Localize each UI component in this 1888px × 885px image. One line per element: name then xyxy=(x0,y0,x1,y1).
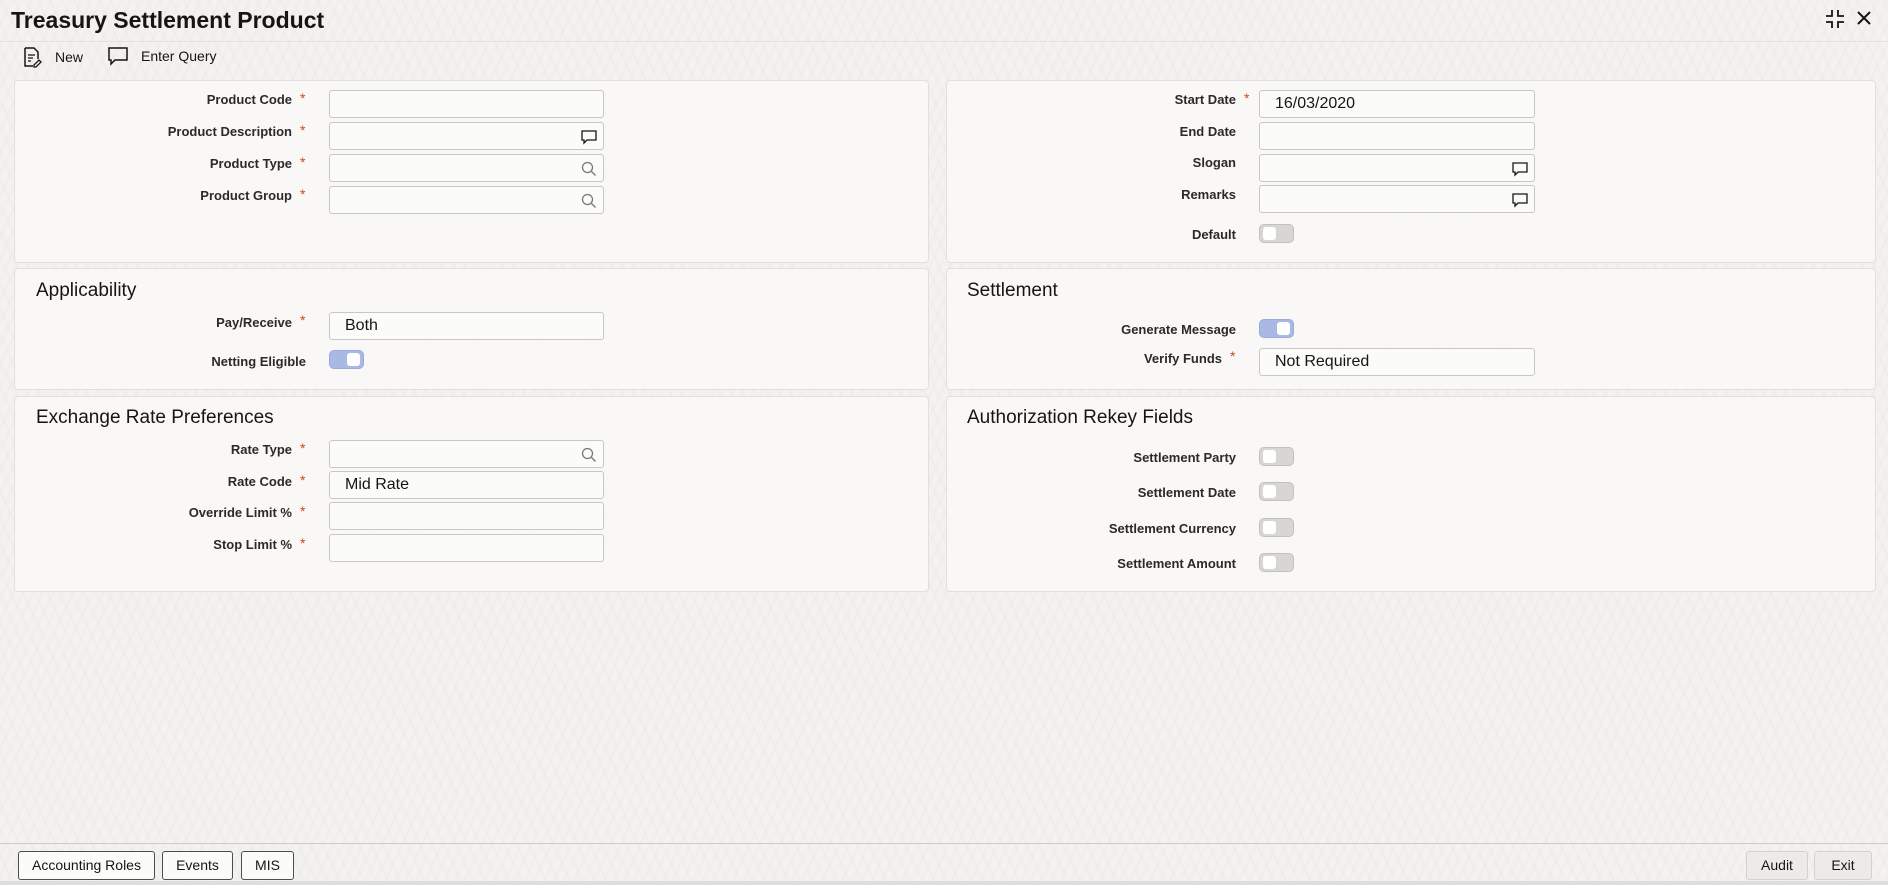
required-marker: * xyxy=(300,472,306,488)
product-type-input[interactable] xyxy=(329,154,604,182)
required-marker: * xyxy=(300,122,306,138)
new-label: New xyxy=(55,49,84,65)
remarks-label: Remarks xyxy=(1181,187,1236,202)
required-marker: * xyxy=(300,440,306,456)
slogan-label: Slogan xyxy=(1192,155,1236,170)
default-toggle[interactable] xyxy=(1259,224,1294,243)
title-bar: Treasury Settlement Product xyxy=(0,0,1888,42)
settlement-date-toggle[interactable] xyxy=(1259,482,1294,501)
product-group-label: Product Group xyxy=(200,188,292,203)
required-marker: * xyxy=(1244,90,1250,106)
required-marker: * xyxy=(300,154,306,170)
verify-funds-select[interactable]: Not Required xyxy=(1259,348,1535,376)
search-icon[interactable] xyxy=(581,193,597,209)
generate-message-toggle[interactable] xyxy=(1259,319,1294,338)
stop-limit-label: Stop Limit % xyxy=(213,537,292,552)
default-label: Default xyxy=(1191,227,1236,242)
window-title: Treasury Settlement Product xyxy=(11,7,325,33)
footer-bar: Accounting Roles Events MIS Audit Exit xyxy=(0,843,1888,885)
enter-query-button[interactable]: Enter Query xyxy=(107,46,216,66)
compress-icon[interactable] xyxy=(1824,8,1846,36)
override-limit-label: Override Limit % xyxy=(188,505,292,520)
search-icon[interactable] xyxy=(581,161,597,177)
settlement-party-label: Settlement Party xyxy=(1133,450,1236,465)
required-marker: * xyxy=(1230,348,1236,364)
settlement-party-toggle[interactable] xyxy=(1259,447,1294,466)
rate-code-select[interactable]: Mid Rate xyxy=(329,471,604,499)
remarks-input[interactable] xyxy=(1259,185,1535,213)
product-code-label: Product Code xyxy=(206,92,292,107)
product-description-input[interactable] xyxy=(329,122,604,150)
new-document-icon xyxy=(24,47,42,68)
enter-query-label: Enter Query xyxy=(141,48,217,64)
pay-receive-label: Pay/Receive xyxy=(216,315,292,330)
settlement-date-label: Settlement Date xyxy=(1137,485,1236,500)
comment-icon[interactable] xyxy=(1512,161,1528,177)
rate-type-label: Rate Type xyxy=(230,442,292,457)
required-marker: * xyxy=(300,535,306,551)
exchange-rate-title: Exchange Rate Preferences xyxy=(36,407,274,428)
end-date-label: End Date xyxy=(1179,124,1236,139)
comment-icon xyxy=(108,47,128,66)
mis-button[interactable]: MIS xyxy=(241,851,294,880)
product-description-label: Product Description xyxy=(167,124,292,139)
settlement-title: Settlement xyxy=(967,280,1058,301)
new-button[interactable]: New xyxy=(21,46,83,68)
product-code-input[interactable] xyxy=(329,90,604,118)
toolbar: New Enter Query xyxy=(0,42,1888,72)
exit-button[interactable]: Exit xyxy=(1814,851,1872,880)
rate-code-label: Rate Code xyxy=(227,474,292,489)
start-date-label: Start Date xyxy=(1174,92,1236,107)
product-type-label: Product Type xyxy=(209,156,292,171)
netting-eligible-toggle[interactable] xyxy=(329,350,364,369)
netting-eligible-label: Netting Eligible xyxy=(211,354,306,369)
applicability-title: Applicability xyxy=(36,280,137,301)
comment-icon[interactable] xyxy=(581,129,597,145)
product-group-input[interactable] xyxy=(329,186,604,214)
audit-button[interactable]: Audit xyxy=(1746,851,1808,880)
generate-message-label: Generate Message xyxy=(1121,322,1236,337)
required-marker: * xyxy=(300,186,306,202)
accounting-roles-button[interactable]: Accounting Roles xyxy=(18,851,155,880)
settlement-currency-toggle[interactable] xyxy=(1259,518,1294,537)
verify-funds-label: Verify Funds xyxy=(1143,351,1222,366)
settlement-currency-label: Settlement Currency xyxy=(1108,521,1236,536)
stop-limit-input[interactable] xyxy=(329,534,604,562)
events-button[interactable]: Events xyxy=(162,851,233,880)
rekey-title: Authorization Rekey Fields xyxy=(967,407,1193,428)
settlement-amount-toggle[interactable] xyxy=(1259,553,1294,572)
end-date-input[interactable] xyxy=(1259,122,1535,150)
start-date-input[interactable]: 16/03/2020 xyxy=(1259,90,1535,118)
required-marker: * xyxy=(300,90,306,106)
settlement-amount-label: Settlement Amount xyxy=(1117,556,1236,571)
search-icon[interactable] xyxy=(581,447,597,463)
required-marker: * xyxy=(300,503,306,519)
required-marker: * xyxy=(300,312,306,328)
bottom-strip xyxy=(0,881,1888,885)
override-limit-input[interactable] xyxy=(329,502,604,530)
close-icon[interactable] xyxy=(1854,8,1874,34)
pay-receive-select[interactable]: Both xyxy=(329,312,604,340)
comment-icon[interactable] xyxy=(1512,192,1528,208)
rate-type-input[interactable] xyxy=(329,440,604,468)
slogan-input[interactable] xyxy=(1259,154,1535,182)
